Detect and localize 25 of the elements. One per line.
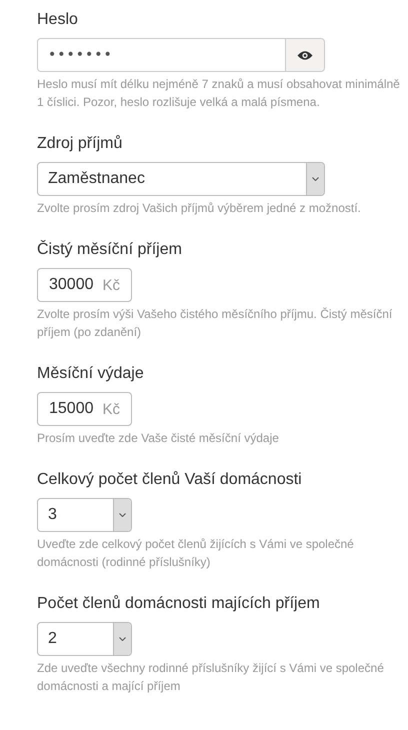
show-password-button[interactable] — [285, 38, 325, 72]
password-field[interactable]: ••••••• — [37, 38, 285, 72]
help-text: Zvolte prosím zdroj Vašich příjmů výběrem jedné z možností. — [37, 200, 362, 217]
help-text: Zde uveďte všechny rodinné příslušníky žijící s Vámi ve společné domácnosti a mající příjem — [37, 660, 385, 695]
chevron-down-icon — [119, 513, 126, 517]
dropdown[interactable]: 2 — [37, 622, 132, 656]
chevron-down-icon — [312, 177, 319, 181]
help-text: Zvolte prosím výši Vašeho čistého měsíčního příjmu. Čistý měsíční příjem (po zdanění) — [37, 306, 394, 341]
dropdown[interactable]: Zaměstnanec — [37, 162, 325, 196]
amount-field[interactable]: 15000 Kč — [37, 392, 132, 426]
dropdown[interactable]: 3 — [37, 498, 132, 532]
field-label: Celkový počet členů Vaší domácnosti — [37, 470, 303, 490]
currency-unit: Kč — [102, 276, 120, 294]
field-label: Čistý měsíční příjem — [37, 240, 183, 260]
currency-unit: Kč — [102, 400, 120, 418]
field-label: Měsíční výdaje — [37, 364, 145, 384]
chevron-down-icon — [119, 637, 126, 641]
field-label: Zdroj příjmů — [37, 134, 124, 154]
help-text: Uveďte zde celkový počet členů žijících s Vámi ve společné domácnosti (rodinné příslušníky) — [37, 536, 355, 571]
field-label: Počet členů domácnosti majících příjem — [37, 594, 321, 614]
field-label: Heslo — [37, 10, 79, 30]
eye-icon — [297, 50, 313, 60]
help-text: Heslo musí mít délku nejméně 7 znaků a musí obsahovat minimálně 1 číslici. Pozor, heslo rozlišuje velká a malá písmena. — [37, 76, 401, 111]
amount-field[interactable]: 30000 Kč — [37, 268, 132, 302]
help-text: Prosím uveďte zde Vaše čisté měsíční výdaje — [37, 430, 280, 447]
